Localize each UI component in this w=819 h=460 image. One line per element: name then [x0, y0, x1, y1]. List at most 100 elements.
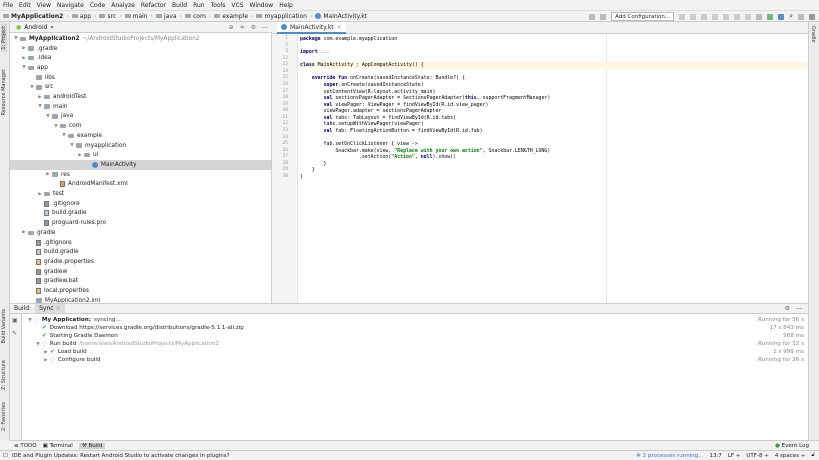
tree-item[interactable]: local.properties	[10, 286, 271, 296]
menu-view[interactable]: View	[37, 2, 51, 9]
tree-item[interactable]: ▶ res	[10, 170, 271, 180]
status-message[interactable]: IDE and Plugin Updates: Restart Android …	[12, 453, 230, 459]
chevron-down-icon[interactable]: ▼	[20, 65, 28, 70]
tree-item[interactable]: ▼ main	[10, 102, 271, 112]
debug-icon[interactable]	[701, 13, 708, 20]
build-tree-item[interactable]: ✔ Download https://services.gradle.org/di…	[22, 324, 808, 332]
tree-item[interactable]: ▼ app	[10, 63, 271, 73]
menu-code[interactable]: Code	[90, 2, 105, 9]
tree-item[interactable]: build.gradle	[10, 209, 271, 219]
tree-item[interactable]: ▼ myapplication	[10, 141, 271, 151]
avd-manager-icon[interactable]	[767, 13, 774, 20]
breadcrumb-item[interactable]: example	[214, 13, 248, 20]
tree-item[interactable]: .gitignore	[10, 199, 271, 209]
breadcrumb-item[interactable]: com	[185, 13, 206, 20]
breadcrumb-item[interactable]: main	[124, 13, 148, 20]
breadcrumb-item[interactable]: myapplication	[256, 13, 307, 20]
menu-tools[interactable]: Tools	[211, 2, 226, 9]
chevron-down-icon[interactable]: ▼	[26, 318, 34, 323]
tree-item[interactable]: gradlew.bat	[10, 277, 271, 287]
structure-tool-tab[interactable]: Z: Structure	[1, 358, 7, 392]
tree-item[interactable]: .gitignore	[10, 238, 271, 248]
chevron-right-icon[interactable]: ▶	[20, 46, 28, 51]
attach-debugger-icon[interactable]	[734, 13, 741, 20]
tree-item[interactable]: ▶ gradle	[10, 228, 271, 238]
tree-item[interactable]: ▶ test	[10, 189, 271, 199]
close-icon[interactable]: ×	[55, 305, 60, 312]
tree-item[interactable]: ▶ androidTest	[10, 92, 271, 102]
tree-item[interactable]: build.gradle	[10, 247, 271, 257]
chevron-down-icon[interactable]: ▼	[36, 104, 44, 109]
tree-item[interactable]: libs	[10, 73, 271, 83]
chevron-down-icon[interactable]: ▼	[28, 85, 36, 90]
menu-analyze[interactable]: Analyze	[111, 2, 135, 9]
code-line[interactable]: import ...	[300, 49, 808, 56]
tab-sync[interactable]: Sync ×	[35, 304, 65, 313]
event-log-button[interactable]: ● Event Log	[775, 443, 809, 449]
caret-position[interactable]: 13:7	[709, 453, 721, 459]
profile-icon[interactable]	[723, 13, 730, 20]
tab-terminal[interactable]: ▣ Terminal	[43, 443, 73, 449]
menu-vcs[interactable]: VCS	[231, 2, 243, 9]
minimize-icon[interactable]: —	[796, 305, 802, 312]
chevron-down-icon[interactable]: ▼	[34, 342, 42, 347]
tree-item[interactable]: gradlew	[10, 267, 271, 277]
close-icon[interactable]: ×	[337, 24, 342, 31]
tab-todo[interactable]: ≡ TODO	[14, 443, 37, 449]
gradle-tool-tab[interactable]: Gradle	[810, 24, 816, 45]
file-encoding[interactable]: UTF-8 ÷	[746, 453, 768, 459]
menu-file[interactable]: File	[3, 2, 13, 9]
run-icon[interactable]	[679, 13, 686, 20]
layout-inspector-icon[interactable]	[798, 13, 804, 20]
breadcrumb-item[interactable]: app	[71, 13, 91, 20]
pin-icon[interactable]: ✎	[12, 330, 17, 337]
sdk-manager-icon[interactable]	[778, 13, 785, 20]
code-line[interactable]: }	[300, 167, 808, 174]
chevron-right-icon[interactable]: ▶	[76, 153, 84, 158]
indent-setting[interactable]: 4 spaces ÷	[775, 453, 806, 459]
code-editor[interactable]: 1 2 3 12 13 14 15 16 17 18 19 20 21 22 23 24 25 26 27 28 29 3…	[273, 34, 808, 303]
resource-manager-tool-tab[interactable]: Resource Manager	[1, 67, 7, 117]
tree-item[interactable]: ▼ src	[10, 83, 271, 93]
tab-mainactivity-kt[interactable]: MainActivity.kt ×	[277, 22, 346, 34]
chevron-down-icon[interactable]: ▼	[44, 114, 52, 119]
code-line[interactable]: class MainActivity : AppCompatActivity()…	[300, 62, 808, 69]
code-line[interactable]: val fab: FloatingActionButton = findView…	[300, 128, 808, 135]
menu-run[interactable]: Run	[193, 2, 205, 9]
breadcrumb-item[interactable]: MainActivity.kt	[315, 13, 367, 20]
chevron-right-icon[interactable]: ▶	[36, 192, 44, 197]
build-tree-item[interactable]: ▶ ✔ Load build 1 s 999 ms	[22, 348, 808, 356]
breadcrumb-item[interactable]: MyApplication2	[3, 13, 63, 20]
coverage-icon[interactable]	[712, 13, 719, 20]
sync-gradle-icon[interactable]	[756, 13, 763, 20]
code-line[interactable]: setContentView(R.layout.activity_main)	[300, 89, 808, 96]
gear-icon[interactable]: ⚙	[251, 24, 256, 31]
status-toggle-icon[interactable]: ☐	[3, 453, 8, 459]
stop-icon[interactable]	[745, 13, 752, 20]
tree-item[interactable]: gradle.properties	[10, 257, 271, 267]
build-tree-item[interactable]: ▶ ◌ Configure build Running for 26 s	[22, 356, 808, 364]
menu-edit[interactable]: Edit	[19, 2, 31, 9]
menu-build[interactable]: Build	[172, 2, 187, 9]
tree-item[interactable]: ▶ .idea	[10, 53, 271, 63]
locate-icon[interactable]: ⊕	[229, 24, 234, 31]
chevron-right-icon[interactable]: ▶	[36, 95, 44, 100]
menu-refactor[interactable]: Refactor	[141, 2, 166, 9]
build-tree-item[interactable]: ▼ ◌ Run build/home/alan/AndroidStudioProje…	[22, 340, 808, 348]
chevron-down-icon[interactable]: ▾	[50, 24, 53, 31]
build-tree-item[interactable]: ▼ ◌ My Application: syncing... Running for 5…	[22, 316, 808, 324]
chevron-right-icon[interactable]: ▶	[20, 230, 28, 235]
code-line[interactable]: }	[300, 174, 808, 181]
minimize-icon[interactable]: —	[262, 24, 268, 31]
tree-item[interactable]: ▶ .gradle	[10, 44, 271, 54]
code-line[interactable]: fab.setOnClickListener { view ->	[300, 141, 808, 148]
line-separator[interactable]: LF ÷	[728, 453, 741, 459]
code-line[interactable]: val viewPager: ViewPager = findViewById(…	[300, 102, 808, 109]
search-icon[interactable]: ⌕	[789, 12, 793, 21]
tree-item[interactable]: proguard-rules.pro	[10, 218, 271, 228]
code-line[interactable]: val tabs: TabLayout = findViewById(R.id.…	[300, 115, 808, 122]
code-line[interactable]: .setAction("Action", null).show()	[300, 154, 808, 161]
toggle-view-icon[interactable]: ▣	[12, 317, 18, 324]
breadcrumb-item[interactable]: java	[156, 13, 177, 20]
menu-help[interactable]: Help	[279, 2, 293, 9]
